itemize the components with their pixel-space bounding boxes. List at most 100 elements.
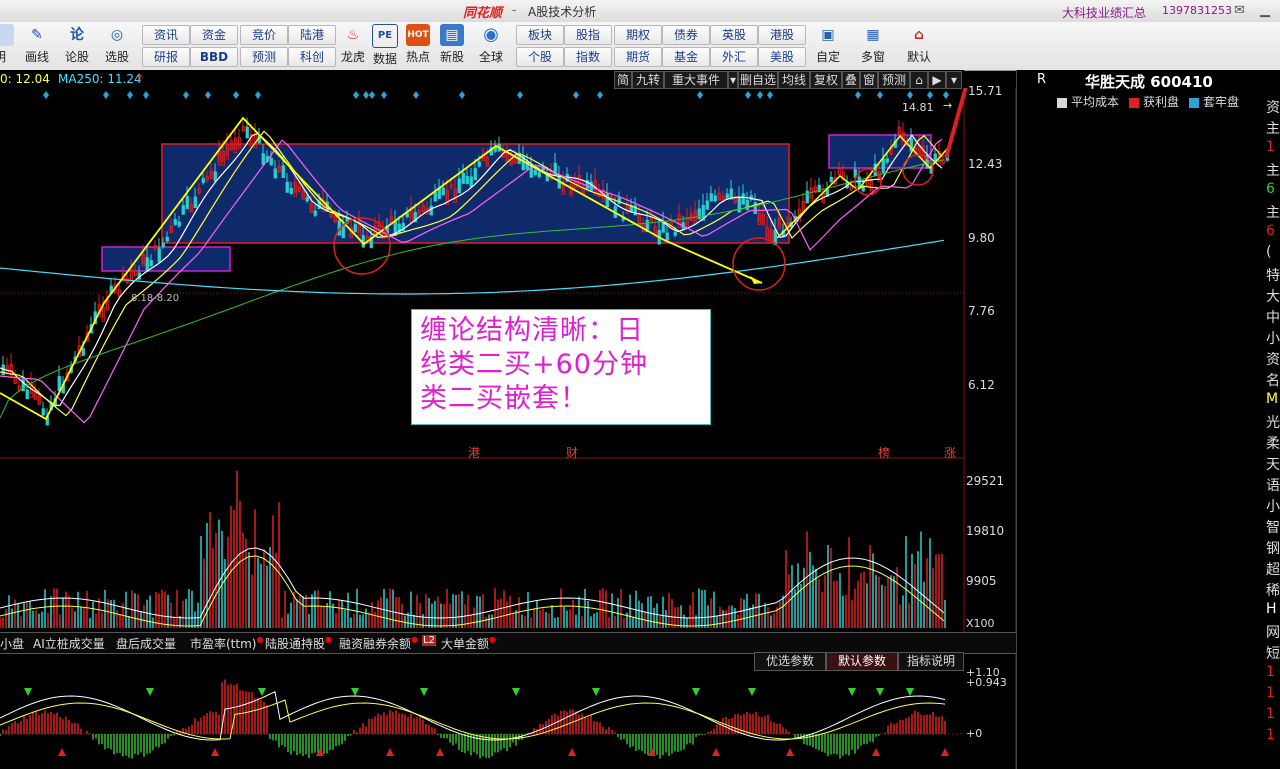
- legend-avg-cost: 平均成本: [1057, 93, 1119, 110]
- candle-body: [41, 408, 45, 416]
- candle-body: [201, 178, 205, 183]
- minimize-icon[interactable]: ▁: [1260, 3, 1270, 18]
- toolbar-btn-meigu[interactable]: 美股: [758, 47, 806, 67]
- toolbar-cut-button[interactable]: 明: [0, 24, 14, 68]
- event-diamond: [255, 91, 261, 99]
- remove-watchlist-button[interactable]: 删自选: [738, 71, 778, 89]
- pointer-arrow: [944, 88, 968, 159]
- toolbar-btn-yanbao[interactable]: 研报: [142, 47, 190, 67]
- price-axis-label: 15.71: [968, 84, 1003, 98]
- hot-button[interactable]: HOT 热点: [401, 24, 435, 68]
- candle-body: [57, 376, 61, 391]
- edge-char: 名: [1266, 373, 1280, 389]
- toolbar-btn-kechuang[interactable]: 科创: [288, 47, 336, 67]
- new-stock-button[interactable]: ▤ 新股: [435, 24, 469, 68]
- default-params-button[interactable]: 默认参数: [826, 652, 898, 671]
- major-events-button[interactable]: 重大事件: [664, 71, 728, 89]
- dragon-tiger-button[interactable]: ♨ 龙虎: [336, 24, 370, 68]
- edge-char: 中: [1266, 310, 1280, 326]
- tab-xiaopan[interactable]: 小盘: [0, 635, 24, 652]
- home-icon: ⌂: [913, 27, 925, 43]
- indicator-help-button[interactable]: 指标说明: [898, 652, 964, 671]
- pe-data-icon: PE: [372, 24, 398, 48]
- event-diamond: [573, 91, 579, 99]
- toolbar-btn-jingjia[interactable]: 竞价: [240, 25, 288, 45]
- ma-line-button[interactable]: 均线: [778, 71, 810, 89]
- macd-signal-arrow: [906, 688, 914, 696]
- high-price-mark: 14.81: [902, 101, 934, 114]
- event-diamond: [233, 91, 239, 99]
- event-diamond: [127, 91, 133, 99]
- toolbar-btn-zixun[interactable]: 资讯: [142, 25, 190, 45]
- candle-body: [673, 231, 677, 236]
- event-mark[interactable]: 涨: [944, 444, 956, 461]
- candle-body: [269, 157, 273, 166]
- toolbar-btn-zhaiquan[interactable]: 债券: [662, 25, 710, 45]
- toolbar-btn-gegu[interactable]: 个股: [516, 47, 564, 67]
- window-button[interactable]: 窗: [860, 71, 878, 89]
- next-icon[interactable]: ▶: [928, 71, 946, 89]
- notice-link[interactable]: 大科技业绩汇总: [1062, 4, 1146, 21]
- global-button[interactable]: ◉ 全球: [474, 24, 508, 68]
- phone-number[interactable]: 1397831253: [1162, 4, 1232, 17]
- overlay-button[interactable]: 叠: [842, 71, 860, 89]
- macd-signal-arrow: [692, 688, 700, 696]
- simple-button[interactable]: 简: [614, 71, 632, 89]
- toolbar-btn-waihui[interactable]: 外汇: [710, 47, 758, 67]
- toolbar-btn-qihuo[interactable]: 期货: [614, 47, 662, 67]
- candle-body: [477, 161, 481, 167]
- custom-button[interactable]: ▣ 自定: [811, 24, 845, 68]
- pen-icon: ✎: [31, 27, 43, 43]
- lungu-button[interactable]: 论论股: [60, 24, 94, 68]
- more-dropdown-icon[interactable]: ▾: [946, 71, 962, 89]
- event-mark[interactable]: 榜: [878, 444, 890, 461]
- macd-axis-label: +0.943: [966, 676, 1007, 689]
- toolbar-btn-ganggu[interactable]: 港股: [758, 25, 806, 45]
- forecast-button[interactable]: 预测: [878, 71, 910, 89]
- toolbar-btn-qiquan[interactable]: 期权: [614, 25, 662, 45]
- tab-ai-volume[interactable]: AI立桩成交量: [33, 635, 105, 652]
- macd-bars: [0, 679, 964, 759]
- toolbar-btn-guzhi[interactable]: 股指: [564, 25, 612, 45]
- candle-body: [433, 191, 437, 202]
- data-button[interactable]: PE 数据: [368, 24, 402, 68]
- tab-northbound-holding[interactable]: 陆股通持股●: [265, 635, 332, 652]
- toolbar-btn-zhishu[interactable]: 指数: [564, 47, 612, 67]
- toolbar-btn-bbd[interactable]: BBD: [190, 47, 238, 67]
- dragon-tiger-icon: ♨: [346, 27, 360, 43]
- annotation-textbox[interactable]: 缠论结构清晰：日 线类二买+60分钟 类二买嵌套！: [411, 309, 711, 425]
- mail-icon[interactable]: ✉: [1234, 3, 1245, 18]
- edge-char: 天: [1266, 457, 1280, 473]
- draw-line-button[interactable]: ✎ 画线: [20, 24, 54, 68]
- toolbar-btn-zijin[interactable]: 资金: [190, 25, 238, 45]
- toolbar-btn-yuce[interactable]: 预测: [240, 47, 288, 67]
- multi-window-button[interactable]: ▦ 多窗: [856, 24, 890, 68]
- toolbar-btn-jijin[interactable]: 基金: [662, 47, 710, 67]
- toolbar-btn-bankuai[interactable]: 板块: [516, 25, 564, 45]
- candle-body: [281, 165, 285, 178]
- jiuzhuan-button[interactable]: 九转: [632, 71, 664, 89]
- candle-body: [157, 248, 161, 263]
- toolbar-btn-lugang[interactable]: 陆港: [288, 25, 336, 45]
- toolbar-btn-yinggu[interactable]: 英股: [710, 25, 758, 45]
- adjust-button[interactable]: 复权: [810, 71, 842, 89]
- candle-body: [273, 168, 277, 179]
- tab-pe-ttm[interactable]: 市盈率(ttm)●: [190, 635, 263, 652]
- tab-large-order[interactable]: 大单金额●: [441, 635, 496, 652]
- event-mark[interactable]: 财: [566, 444, 578, 461]
- edge-char: 资: [1266, 100, 1280, 116]
- events-dropdown-icon[interactable]: ▾: [728, 71, 738, 89]
- lock-icon[interactable]: ⌂: [910, 71, 928, 89]
- event-mark[interactable]: 港: [468, 444, 480, 461]
- lun-icon: 论: [70, 27, 84, 43]
- tab-after-hours-volume[interactable]: 盘后成交量: [116, 635, 176, 652]
- candle-body: [885, 158, 889, 163]
- edge-char: 6: [1266, 181, 1275, 197]
- price-axis-label: 9.80: [968, 231, 995, 245]
- stock-pick-button[interactable]: ◎ 选股: [100, 24, 134, 68]
- default-button[interactable]: ⌂ 默认: [902, 24, 936, 68]
- event-diamond: [353, 91, 359, 99]
- candle-body: [705, 200, 709, 210]
- preferred-params-button[interactable]: 优选参数: [754, 652, 826, 671]
- tab-margin-balance[interactable]: 融资融券余额●: [339, 635, 418, 652]
